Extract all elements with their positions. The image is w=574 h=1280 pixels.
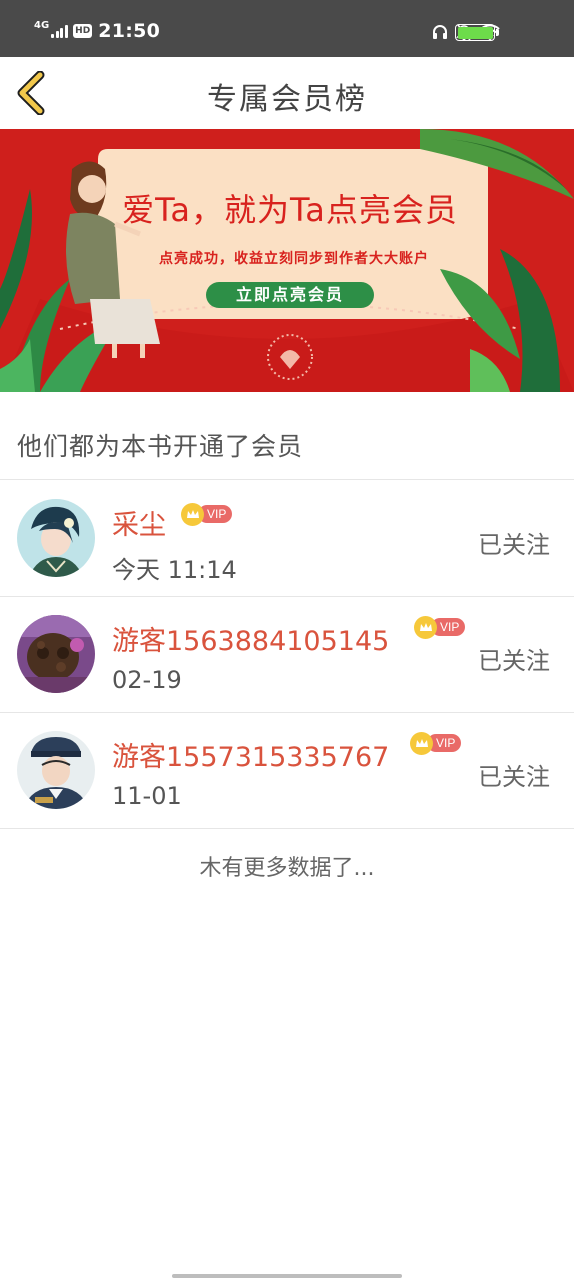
follow-status-button[interactable]: 已关注 <box>478 525 550 560</box>
avatar-image <box>17 499 95 577</box>
status-bar: 4G HD 21:50 <box>0 0 574 57</box>
list-item[interactable]: 游客1557315335767 VIP 11-01 已关注 <box>0 713 574 829</box>
banner-subtitle: 点亮成功，收益立刻同步到作者大大账户 <box>159 251 429 267</box>
section-header: 他们都为本书开通了会员 <box>0 392 574 480</box>
vip-badge: VIP <box>414 615 466 639</box>
list-item[interactable]: 采尘 VIP 今天 11:14 已关注 <box>0 481 574 597</box>
signal-icon <box>51 24 69 38</box>
list-item[interactable]: 游客1563884105145 VIP 02-19 已关注 <box>0 597 574 713</box>
avatar[interactable] <box>17 499 95 577</box>
home-indicator[interactable] <box>172 1274 402 1278</box>
crown-icon <box>410 731 433 755</box>
avatar[interactable] <box>17 615 95 693</box>
battery-icon <box>455 24 495 41</box>
crown-icon <box>414 615 437 639</box>
avatar-image <box>17 615 95 693</box>
no-more-data-text: 木有更多数据了... <box>199 856 375 881</box>
headphones-icon <box>433 25 447 39</box>
light-up-vip-button[interactable]: 立即点亮会员 <box>206 282 374 308</box>
member-name[interactable]: 游客1557315335767 <box>112 735 389 774</box>
status-left: 4G HD 21:50 <box>34 18 160 44</box>
follow-status-button[interactable]: 已关注 <box>478 757 550 792</box>
section-title: 他们都为本书开通了会员 <box>17 432 304 461</box>
vip-badge: VIP <box>410 731 462 755</box>
battery-tip <box>496 29 499 36</box>
member-time: 11-01 <box>112 782 182 810</box>
hd-badge: HD <box>73 24 93 38</box>
member-time: 02-19 <box>112 666 182 694</box>
member-name[interactable]: 游客1563884105145 <box>112 619 389 658</box>
member-name[interactable]: 采尘 <box>112 503 166 542</box>
promo-banner[interactable]: 爱Ta，就为Ta点亮会员 点亮成功，收益立刻同步到作者大大账户 立即点亮会员 <box>0 129 574 392</box>
status-time: 21:50 <box>98 20 161 42</box>
vip-badge: VIP <box>181 502 233 526</box>
page-title: 专属会员榜 <box>207 82 367 117</box>
member-list: 采尘 VIP 今天 11:14 已关注 游客1563884105145 VIP … <box>0 481 574 829</box>
nav-bar: 专属会员榜 <box>0 57 574 129</box>
member-time: 今天 11:14 <box>112 556 237 584</box>
banner-headline: 爱Ta，就为Ta点亮会员 <box>122 191 458 229</box>
battery-fill <box>457 26 493 39</box>
avatar-image <box>17 731 95 809</box>
network-type: 4G <box>34 19 50 31</box>
follow-status-button[interactable]: 已关注 <box>478 641 550 676</box>
crown-icon <box>181 502 204 526</box>
avatar[interactable] <box>17 731 95 809</box>
